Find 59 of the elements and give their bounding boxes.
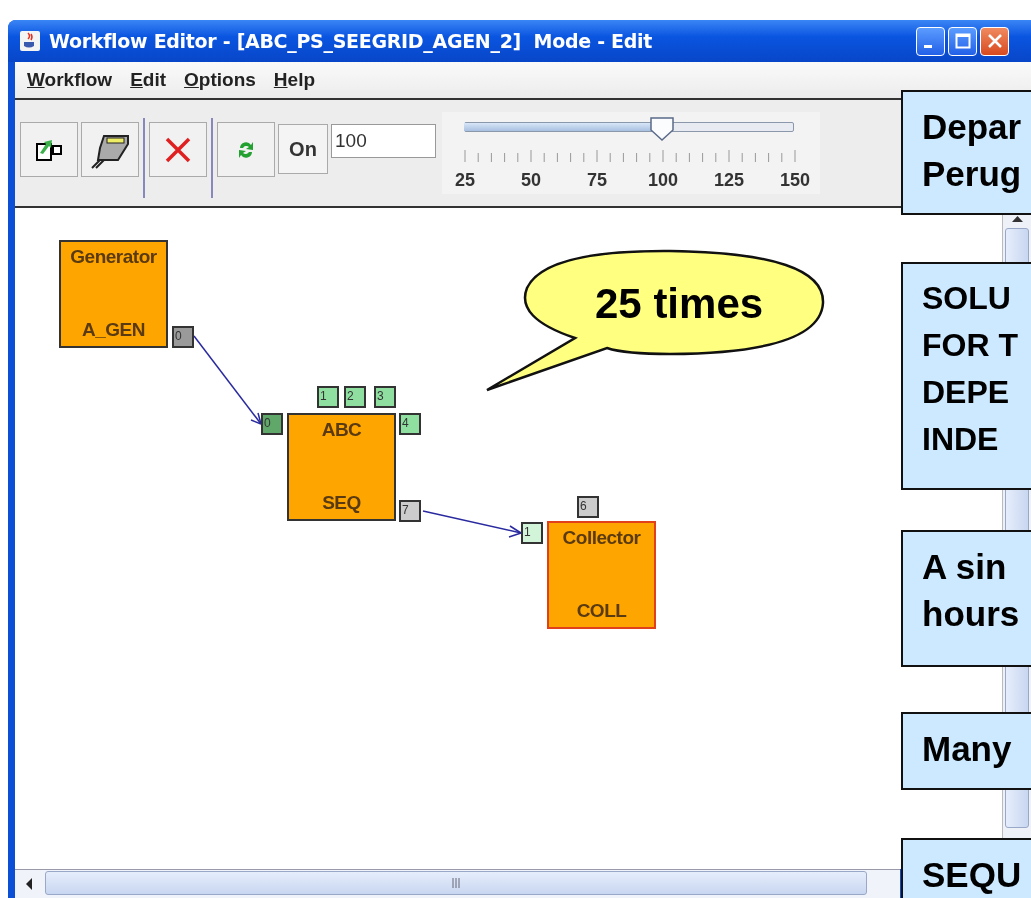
note-text: FOR T xyxy=(922,326,1019,365)
maximize-icon xyxy=(954,33,971,49)
delete-button[interactable] xyxy=(149,122,207,177)
note-text: Perug xyxy=(922,153,1023,195)
note-text: SOLU xyxy=(922,279,1012,318)
speed-field[interactable]: 100 xyxy=(331,124,436,158)
node-name: SEQ xyxy=(322,492,361,514)
minimize-icon xyxy=(923,44,932,48)
export-button[interactable] xyxy=(20,122,78,177)
minimize-button[interactable] xyxy=(916,26,945,56)
node-name: COLL xyxy=(576,600,627,622)
node-port[interactable]: 6 xyxy=(577,496,599,518)
export-icon xyxy=(36,137,62,162)
node-title: Generator xyxy=(70,246,157,268)
node-port[interactable]: 1 xyxy=(317,386,339,408)
note-text: SEQU xyxy=(922,854,1023,896)
node-port[interactable]: 7 xyxy=(399,500,421,522)
scroll-left-icon[interactable] xyxy=(24,877,34,890)
close-button[interactable] xyxy=(980,26,1009,56)
node-name: A_GEN xyxy=(82,319,145,341)
workflow-node[interactable]: Collector COLL xyxy=(547,521,656,629)
menu-item[interactable]: Help xyxy=(273,69,316,91)
tick-label: 75 xyxy=(587,170,607,191)
menu-item[interactable]: Options xyxy=(184,69,256,91)
refresh-button[interactable] xyxy=(217,122,275,177)
coffee-cup-icon xyxy=(19,30,41,52)
node-title: Collector xyxy=(562,527,641,549)
note-text: hours xyxy=(922,593,1021,635)
menu-item[interactable]: Edit xyxy=(130,69,167,91)
node-port[interactable]: 0 xyxy=(172,326,194,348)
close-icon xyxy=(986,33,1003,49)
tick-label: 125 xyxy=(714,170,744,191)
delete-icon xyxy=(164,135,192,164)
maximize-button[interactable] xyxy=(948,26,977,56)
tick-label: 150 xyxy=(780,170,810,191)
tick-label: 25 xyxy=(455,170,475,191)
tick-label: 50 xyxy=(521,170,541,191)
connect-button[interactable] xyxy=(81,122,139,177)
callout-text: 25 times xyxy=(595,280,764,328)
slider-thumb[interactable] xyxy=(649,116,675,142)
workflow-node[interactable]: ABC SEQ xyxy=(287,413,396,521)
node-port[interactable]: 4 xyxy=(399,413,421,435)
note-text: Depar xyxy=(922,106,1023,148)
window-title: Workflow Editor - [ABC_PS_SEEGRID_AGEN_2] Mode - Edit xyxy=(49,30,653,52)
node-port[interactable]: 1 xyxy=(521,522,543,544)
workflow-node[interactable]: Generator A_GEN xyxy=(59,240,168,348)
scrollbar-thumb[interactable] xyxy=(45,871,867,895)
node-port[interactable]: 3 xyxy=(374,386,396,408)
note-text: INDE xyxy=(922,420,1000,459)
note-text: DEPE xyxy=(922,373,1011,412)
horizontal-scrollbar[interactable] xyxy=(15,869,900,898)
on-button[interactable]: On xyxy=(278,124,328,174)
node-port[interactable]: 0 xyxy=(261,413,283,435)
node-title: ABC xyxy=(321,419,362,441)
node-port[interactable]: 2 xyxy=(344,386,366,408)
menu-item[interactable]: Workflow xyxy=(27,69,113,91)
tick-label: 100 xyxy=(648,170,678,191)
note-text: A sin xyxy=(922,546,1008,588)
note-text: Many xyxy=(922,728,1013,770)
